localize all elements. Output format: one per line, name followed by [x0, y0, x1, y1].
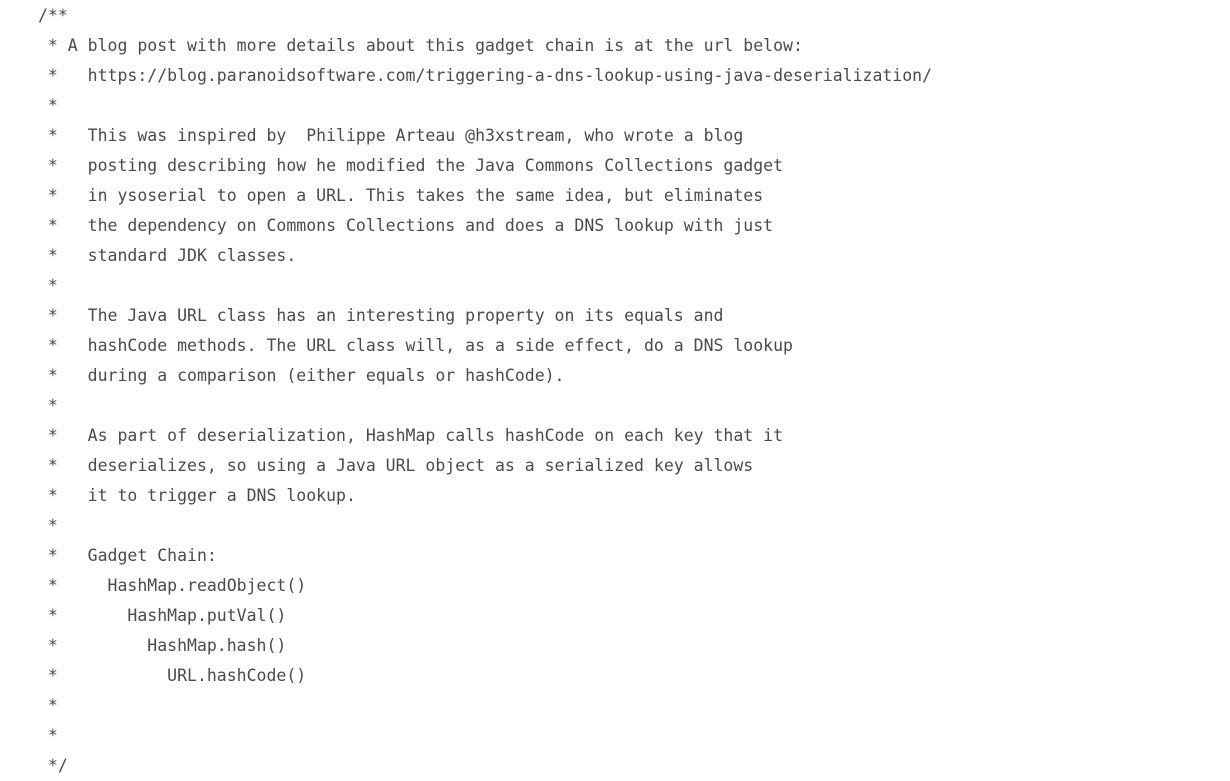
code-line: /**	[38, 6, 68, 25]
code-line: *	[38, 726, 58, 745]
code-line: * The Java URL class has an interesting …	[38, 306, 724, 325]
code-line: * hashCode methods. The URL class will, …	[38, 336, 793, 355]
code-line: * https://blog.paranoidsoftware.com/trig…	[38, 66, 933, 85]
code-line: * deserializes, so using a Java URL obje…	[38, 456, 754, 475]
code-line: * during a comparison (either equals or …	[38, 366, 565, 385]
code-line: * HashMap.hash()	[38, 636, 287, 655]
code-line: * in ysoserial to open a URL. This takes…	[38, 186, 764, 205]
code-line: *	[38, 696, 58, 715]
code-line: * HashMap.putVal()	[38, 606, 287, 625]
code-line: * the dependency on Commons Collections …	[38, 216, 774, 235]
code-line: * it to trigger a DNS lookup.	[38, 486, 356, 505]
code-line: * As part of deserialization, HashMap ca…	[38, 426, 784, 445]
code-line: * A blog post with more details about th…	[38, 36, 803, 55]
code-line: * HashMap.readObject()	[38, 576, 307, 595]
code-line: */	[38, 756, 68, 775]
code-comment-block: /** * A blog post with more details abou…	[38, 1, 932, 781]
code-line: * Gadget Chain:	[38, 546, 217, 565]
code-line: * URL.hashCode()	[38, 666, 307, 685]
code-viewer: /** * A blog post with more details abou…	[0, 0, 1230, 781]
code-line: * standard JDK classes.	[38, 246, 297, 265]
code-line: *	[38, 276, 58, 295]
code-line: *	[38, 96, 58, 115]
code-line: * posting describing how he modified the…	[38, 156, 784, 175]
code-line: * This was inspired by Philippe Arteau @…	[38, 126, 744, 145]
code-line: *	[38, 516, 58, 535]
code-line: *	[38, 396, 58, 415]
